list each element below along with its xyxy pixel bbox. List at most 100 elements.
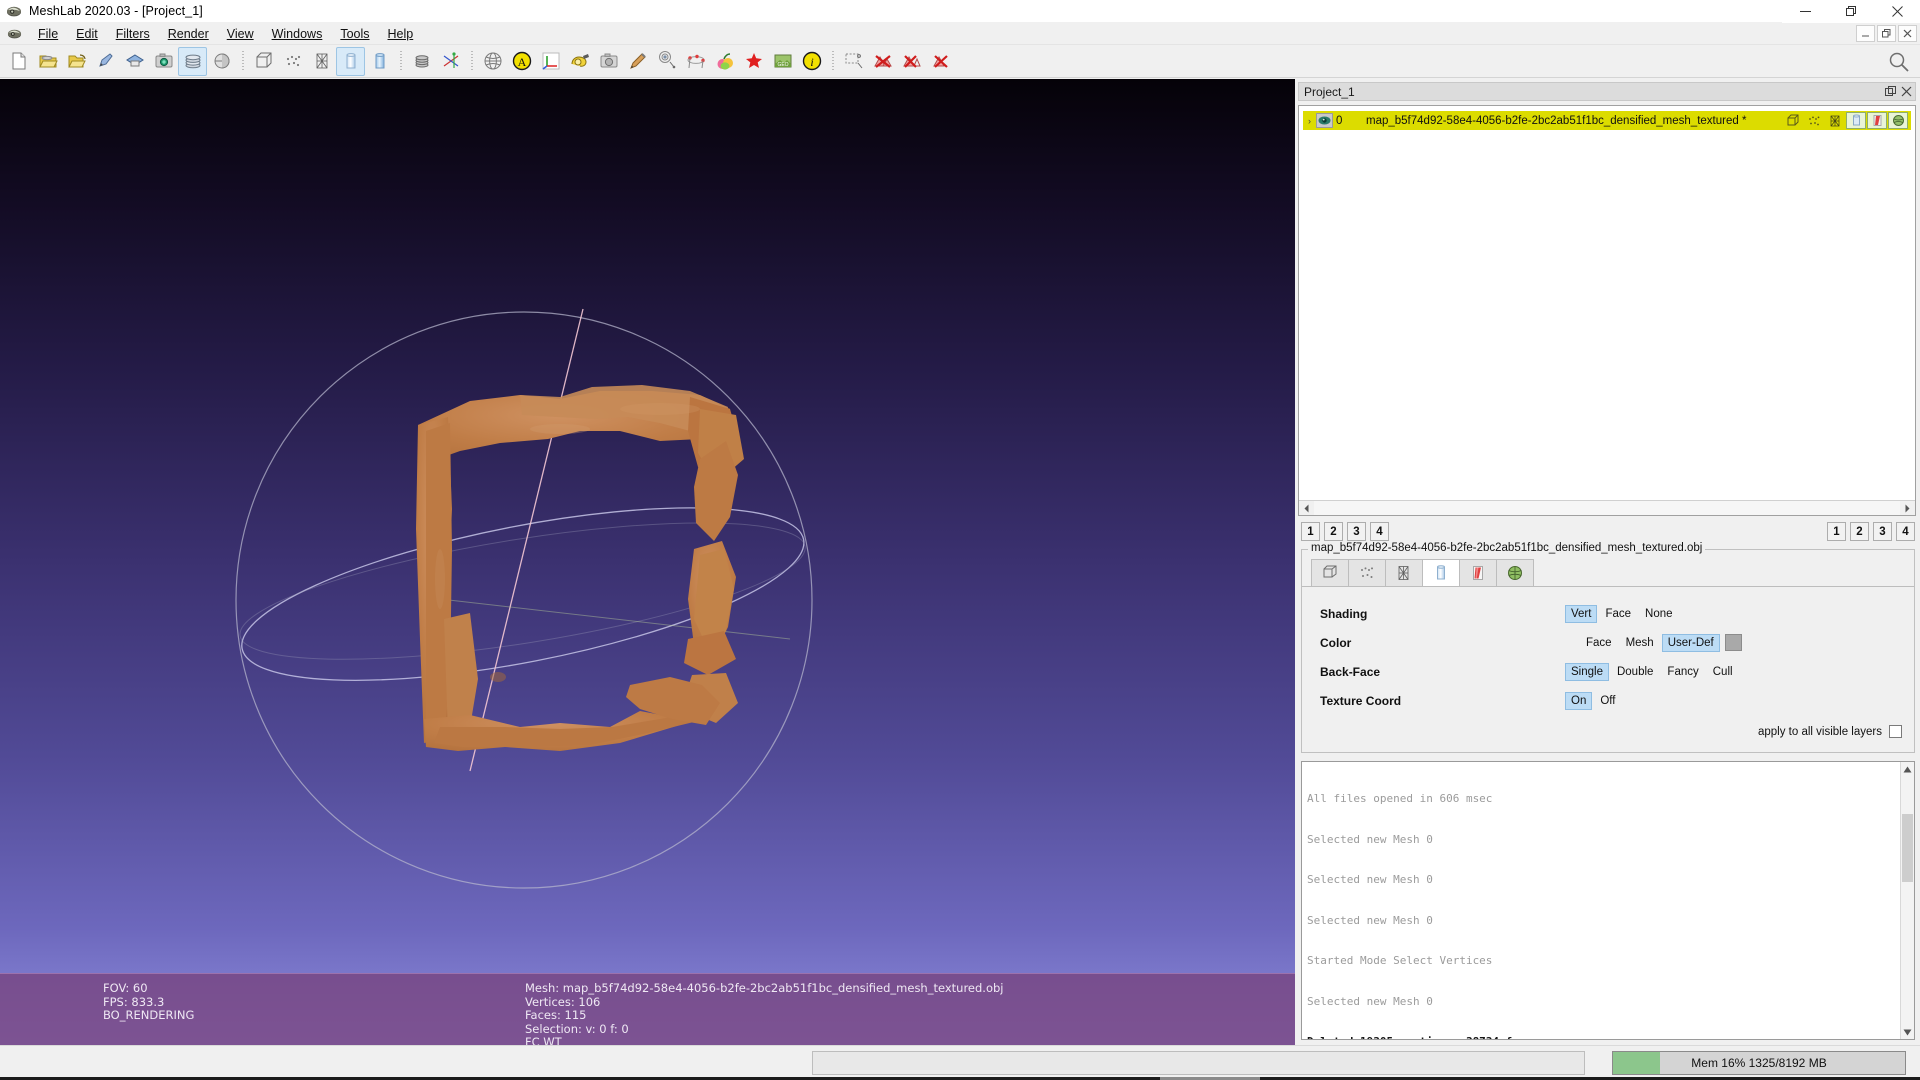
menu-edit[interactable]: Edit [67, 23, 107, 45]
apply-all-checkbox[interactable] [1889, 725, 1902, 738]
layer-texture-icon[interactable] [1888, 112, 1908, 129]
3d-viewport[interactable]: FOV: 60 FPS: 833.3 BO_RENDERING Mesh: ma… [0, 79, 1295, 1045]
tab-points-icon[interactable] [1348, 559, 1386, 586]
measure-points-icon[interactable] [681, 47, 710, 76]
shading-option-none[interactable]: None [1639, 605, 1679, 623]
show-layer-dialog-icon[interactable] [178, 46, 207, 76]
layout-button-4[interactable]: 4 [1370, 522, 1389, 541]
layout-button-3[interactable]: 3 [1347, 522, 1366, 541]
color-option-user-def[interactable]: User-Def [1661, 633, 1720, 652]
layout-button-2[interactable]: 2 [1324, 522, 1343, 541]
snapshot2-icon[interactable] [594, 47, 623, 76]
open-project-icon[interactable] [33, 47, 62, 76]
color-option-face[interactable]: Face [1580, 634, 1618, 652]
bounding-box-icon[interactable] [249, 47, 278, 76]
shading-option-face[interactable]: Face [1599, 605, 1637, 623]
get-info-icon[interactable] [710, 47, 739, 76]
backface-option-cull[interactable]: Cull [1707, 663, 1739, 681]
layer-tree[interactable]: › 0 map_b5f74d92-58e4-4056-b2fe-2bc2ab51… [1298, 105, 1916, 516]
log-scroll-thumb[interactable] [1902, 814, 1913, 882]
select-vertices-icon[interactable] [839, 47, 868, 76]
tab-texture-icon[interactable] [1496, 559, 1534, 586]
delete-selected-vertices-icon[interactable] [897, 47, 926, 76]
menu-view[interactable]: View [218, 23, 263, 45]
layout-button-right-4[interactable]: 4 [1896, 522, 1915, 541]
texcoord-option-off[interactable]: Off [1594, 692, 1621, 710]
mdi-restore-button[interactable] [1877, 25, 1896, 42]
backface-option-fancy[interactable]: Fancy [1661, 663, 1704, 681]
search-icon[interactable] [1886, 49, 1912, 75]
new-project-icon[interactable] [4, 47, 33, 76]
menu-windows[interactable]: Windows [263, 23, 332, 45]
toolbar-separator [240, 50, 245, 72]
layer-smooth-icon[interactable] [1867, 112, 1887, 129]
menu-file[interactable]: File [29, 23, 67, 45]
import-mesh-icon[interactable] [62, 47, 91, 76]
backface-option-double[interactable]: Double [1611, 663, 1659, 681]
show-raster-layer-icon[interactable] [207, 47, 236, 76]
backface-option-single[interactable]: Single [1565, 662, 1609, 681]
color-swatch[interactable] [1724, 634, 1742, 651]
menu-help-label: Help [387, 26, 414, 41]
menu-filters[interactable]: Filters [107, 23, 159, 45]
layer-wire-icon[interactable] [1825, 112, 1845, 129]
menu-render[interactable]: Render [159, 23, 218, 45]
eye-icon[interactable] [1316, 113, 1333, 128]
save-project-icon[interactable] [91, 47, 120, 76]
close-icon[interactable] [1901, 86, 1912, 97]
mdi-minimize-button[interactable] [1856, 25, 1875, 42]
paint-tool-icon[interactable] [623, 47, 652, 76]
flat-lines-icon[interactable] [336, 46, 365, 76]
log-scrollbar[interactable] [1900, 762, 1914, 1039]
close-button[interactable] [1874, 0, 1920, 23]
restore-button[interactable] [1828, 0, 1874, 23]
log-scroll-up-arrow[interactable] [1901, 762, 1914, 776]
shading-option-vert[interactable]: Vert [1565, 604, 1598, 623]
layer-tree-hscrollbar[interactable] [1299, 500, 1915, 515]
hscroll-left-arrow[interactable] [1299, 500, 1314, 515]
info-icon[interactable]: i [797, 47, 826, 76]
svg-text:GEO: GEO [777, 62, 788, 68]
tab-color-icon[interactable] [1459, 559, 1497, 586]
measuring-tool-icon[interactable] [565, 47, 594, 76]
export-mesh-icon[interactable] [120, 47, 149, 76]
log-scroll-down-arrow[interactable] [1901, 1025, 1914, 1039]
tab-wireframe-icon[interactable] [1385, 559, 1423, 586]
layer-flat-icon[interactable] [1846, 112, 1866, 129]
layout-button-1[interactable]: 1 [1301, 522, 1320, 541]
points-icon[interactable] [278, 47, 307, 76]
layout-button-right-1[interactable]: 1 [1827, 522, 1846, 541]
texcoord-option-on[interactable]: On [1565, 691, 1593, 710]
smooth-shading-icon[interactable] [365, 47, 394, 76]
layer-points-icon[interactable] [1804, 112, 1824, 129]
geotiff-icon[interactable]: GEO [768, 47, 797, 76]
delete-current-mesh-icon[interactable] [739, 47, 768, 76]
show-normals-icon[interactable] [407, 47, 436, 76]
float-icon[interactable] [1885, 86, 1896, 97]
log-console[interactable]: All files opened in 606 msec Selected ne… [1301, 761, 1915, 1040]
show-trackball-icon[interactable] [536, 47, 565, 76]
show-axis-icon[interactable] [436, 47, 465, 76]
menu-tools[interactable]: Tools [331, 23, 378, 45]
wireframe-icon[interactable] [307, 47, 336, 76]
layer-row[interactable]: › 0 map_b5f74d92-58e4-4056-b2fe-2bc2ab51… [1303, 111, 1911, 130]
tab-bbox-icon[interactable] [1311, 559, 1349, 586]
delete-selected-faces-vertices-icon[interactable] [926, 47, 955, 76]
menu-help[interactable]: Help [379, 23, 423, 45]
layer-bbox-icon[interactable] [1783, 112, 1803, 129]
layout-button-right-2[interactable]: 2 [1850, 522, 1869, 541]
color-option-mesh[interactable]: Mesh [1620, 634, 1660, 652]
mdi-close-button[interactable] [1898, 25, 1917, 42]
hscroll-right-arrow[interactable] [1900, 500, 1915, 515]
minimize-button[interactable] [1782, 0, 1828, 23]
hscroll-track[interactable] [1314, 500, 1900, 515]
expand-arrow-icon[interactable]: › [1303, 116, 1316, 126]
show-text-icon[interactable]: A [507, 47, 536, 76]
show-quoted-box-icon[interactable] [478, 47, 507, 76]
layout-button-right-3[interactable]: 3 [1873, 522, 1892, 541]
align-tool-icon[interactable] [652, 47, 681, 76]
tab-solid-icon[interactable] [1422, 559, 1460, 586]
layer-name[interactable]: map_b5f74d92-58e4-4056-b2fe-2bc2ab51f1bc… [1366, 115, 1783, 127]
delete-selected-faces-icon[interactable] [868, 47, 897, 76]
snapshot-icon[interactable] [149, 47, 178, 76]
